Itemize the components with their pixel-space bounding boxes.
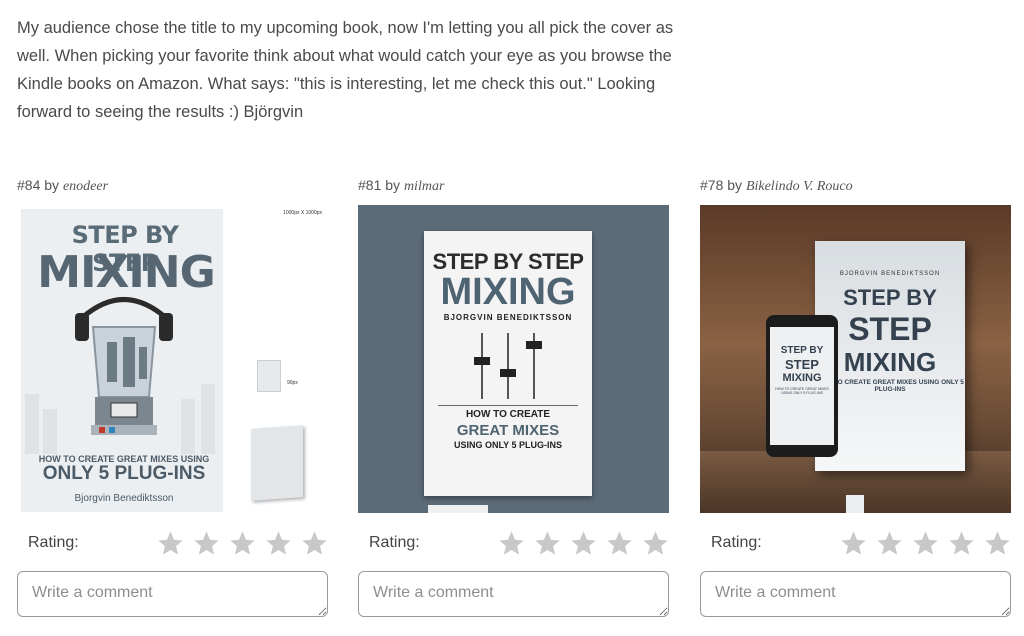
cover-title-line2: MIXING: [440, 271, 576, 313]
cut-off-preview: [428, 505, 488, 513]
star-icon[interactable]: [533, 529, 562, 558]
rating-label: Rating:: [711, 534, 762, 551]
star-icon[interactable]: [497, 529, 526, 558]
comment-input[interactable]: [358, 571, 669, 617]
intro-text: My audience chose the title to my upcomi…: [17, 19, 674, 121]
comment-input[interactable]: [700, 571, 1011, 617]
star-icon[interactable]: [911, 529, 940, 558]
3d-book-preview: [251, 425, 303, 501]
star-icon[interactable]: [641, 529, 670, 558]
entry-by: by: [385, 177, 401, 193]
phone-subtitle: HOW TO CREATE GREAT MIXES USING ONLY 5 P…: [775, 387, 829, 395]
entry-by: by: [44, 177, 60, 193]
star-icon[interactable]: [875, 529, 904, 558]
cover-subtitle-line1: HOW TO CREATE: [465, 409, 551, 420]
cover-subtitle-line2: ONLY 5 PLUG-INS: [42, 463, 206, 484]
design-entry: #78 by Bikelindo V. Rouco BJORGVIN BENED…: [700, 172, 1012, 617]
phone-title-line1: STEP BY: [780, 345, 824, 356]
book-cover-front: STEP BY STEP MIXING BJORGVIN BENEDIKTSSO…: [424, 231, 592, 496]
design-entry: #84 by enodeer STEP BY STEP MIXING HOW T…: [17, 172, 329, 617]
star-icon[interactable]: [228, 529, 257, 558]
star-icon[interactable]: [947, 529, 976, 558]
entry-number: #81: [358, 177, 382, 193]
star-rating: [839, 529, 1012, 558]
design-entry: #81 by milmar STEP BY STEP MIXING BJORGV…: [358, 172, 670, 617]
rating-label: Rating:: [28, 534, 79, 551]
star-icon[interactable]: [192, 529, 221, 558]
entry-header: #84 by enodeer: [17, 172, 329, 198]
cover-image[interactable]: BJORGVIN BENEDIKTSSON STEP BY STEP MIXIN…: [700, 205, 1011, 513]
dimension-note: 1000px X 1000px: [283, 210, 322, 216]
entry-by: by: [727, 177, 743, 193]
star-rating: [156, 529, 329, 558]
designer-name-link[interactable]: milmar: [404, 179, 444, 194]
star-icon[interactable]: [983, 529, 1012, 558]
phone-title-line2: STEP: [785, 357, 819, 372]
cover-author: Bjorgvin Benediktsson: [74, 493, 174, 504]
designer-name-link[interactable]: Bikelindo V. Rouco: [746, 179, 853, 194]
star-icon[interactable]: [156, 529, 185, 558]
cover-subtitle-line2: GREAT MIXES: [456, 422, 560, 439]
phone-title-line3: MIXING: [782, 372, 822, 384]
rating-row: Rating:: [700, 526, 1012, 560]
comment-input[interactable]: [17, 571, 328, 617]
phone-mockup: STEP BY STEP MIXING HOW TO CREATE GREAT …: [766, 315, 838, 457]
star-rating: [497, 529, 670, 558]
fader-graphic: [474, 333, 542, 399]
rating-row: Rating:: [17, 526, 329, 560]
star-icon[interactable]: [605, 529, 634, 558]
phone-screen: STEP BY STEP MIXING HOW TO CREATE GREAT …: [770, 327, 834, 445]
entry-header: #81 by milmar: [358, 172, 670, 198]
cover-subtitle-line3: USING ONLY 5 PLUG-INS: [453, 440, 563, 450]
star-icon[interactable]: [839, 529, 868, 558]
size-note: 90px: [287, 380, 298, 386]
star-icon[interactable]: [300, 529, 329, 558]
small-thumbnail-preview: [257, 360, 281, 392]
cover-author: BJORGVIN BENEDIKTSSON: [839, 271, 941, 277]
cover-title-line1: STEP BY: [843, 285, 937, 310]
cover-image[interactable]: STEP BY STEP MIXING BJORGVIN BENEDIKTSSO…: [358, 205, 669, 513]
star-icon[interactable]: [569, 529, 598, 558]
entry-header: #78 by Bikelindo V. Rouco: [700, 172, 1012, 198]
blender-headphones-graphic: [75, 297, 173, 435]
cover-image[interactable]: STEP BY STEP MIXING HOW TO CREATE GREAT …: [17, 205, 328, 513]
entry-number: #78: [700, 177, 724, 193]
designer-name-link[interactable]: enodeer: [63, 179, 108, 194]
star-icon[interactable]: [264, 529, 293, 558]
book-cover-front: STEP BY STEP MIXING HOW TO CREATE GREAT …: [21, 209, 223, 512]
rating-label: Rating:: [369, 534, 420, 551]
small-book-thumbnail: [846, 495, 864, 513]
entry-number: #84: [17, 177, 41, 193]
rating-row: Rating:: [358, 526, 670, 560]
cover-author: BJORGVIN BENEDIKTSSON: [443, 313, 573, 322]
divider: [438, 405, 578, 406]
